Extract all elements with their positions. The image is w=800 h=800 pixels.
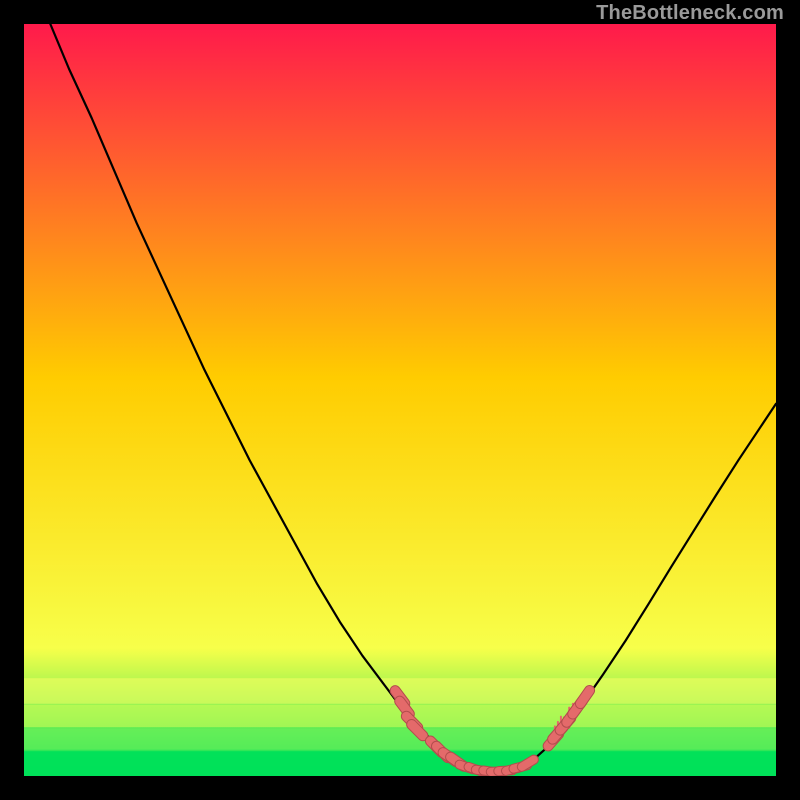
- chart-plot-area: [24, 24, 776, 776]
- watermark-text: TheBottleneck.com: [596, 2, 784, 25]
- color-band: [24, 729, 776, 750]
- chart-svg: [24, 24, 776, 776]
- gradient-background: [24, 24, 776, 776]
- color-band: [24, 751, 776, 776]
- chart-frame: TheBottleneck.com: [0, 0, 800, 800]
